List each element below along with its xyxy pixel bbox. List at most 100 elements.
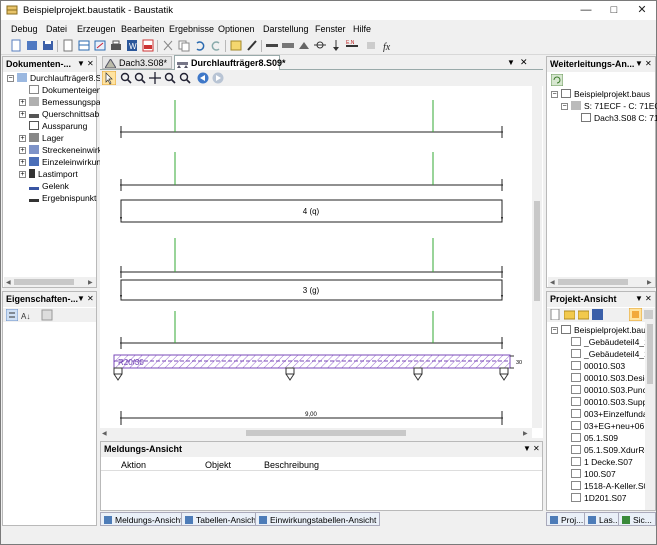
tree-item[interactable]: Dokumenteigen [29, 85, 102, 95]
pin-icon[interactable]: ▼ [523, 444, 531, 453]
filter-icon[interactable] [629, 308, 642, 321]
project-file-item[interactable]: 00010.S03.Punch [571, 385, 652, 395]
pin-icon[interactable]: ▼ [635, 59, 643, 68]
undo-icon[interactable] [193, 39, 207, 52]
tree-item[interactable]: Aussparung [29, 121, 87, 131]
forward-icon[interactable] [212, 72, 224, 84]
close-panel-icon[interactable]: ✕ [533, 444, 540, 453]
project-file-item[interactable]: 05.1.S09 [571, 433, 618, 443]
function-icon[interactable]: fx [381, 39, 395, 52]
save-icon[interactable] [41, 39, 55, 52]
tree-item[interactable]: Streckeneinwirk [29, 145, 102, 155]
minimize-button[interactable]: — [572, 1, 600, 20]
expander[interactable]: + [19, 135, 26, 142]
options-icon[interactable] [643, 309, 654, 320]
tree-root[interactable]: Durchlaufträger8.S0 [17, 73, 106, 83]
tab-sicherung[interactable]: Sic... [618, 512, 656, 526]
pen-icon[interactable] [245, 39, 259, 52]
project-file-item[interactable]: 00010.S03.Desig [571, 373, 649, 383]
scroll-left-icon[interactable]: ◀ [102, 430, 107, 437]
result-point-icon[interactable]: E.N [345, 39, 359, 52]
edit-icon[interactable] [229, 39, 243, 52]
tab-durchlauftraeger[interactable]: Durchlaufträger8.S09* [174, 55, 286, 70]
project-file-item[interactable]: 03+EG+neu+06. [571, 421, 647, 431]
back-icon[interactable] [197, 72, 209, 84]
categorized-icon[interactable] [6, 309, 18, 321]
close-panel-icon[interactable]: ✕ [87, 59, 94, 68]
maximize-button[interactable]: □ [600, 1, 628, 20]
vertical-scrollbar[interactable] [645, 322, 655, 510]
pin-icon[interactable]: ▼ [77, 294, 85, 303]
tree-item[interactable]: Ergebnispunkt [29, 193, 96, 203]
print-icon[interactable] [109, 39, 123, 52]
horizontal-scrollbar[interactable]: ◀ ▶ [4, 277, 96, 287]
scroll-right-icon[interactable]: ▶ [88, 279, 93, 286]
expander[interactable]: + [19, 99, 26, 106]
menu-optionen[interactable]: Optionen [218, 24, 255, 34]
expander[interactable]: + [19, 171, 26, 178]
hinge-icon[interactable] [313, 39, 327, 52]
scroll-left-icon[interactable]: ◀ [6, 279, 11, 286]
pin-icon[interactable]: ▼ [77, 59, 85, 68]
horizontal-scrollbar[interactable]: ◀ ▶ [548, 277, 655, 287]
expander[interactable]: − [561, 103, 568, 110]
expander[interactable]: + [19, 147, 26, 154]
scroll-left-icon[interactable]: ◀ [550, 279, 555, 286]
project-file-item[interactable]: 003+Einzelfunda [571, 409, 648, 419]
tree-item[interactable]: Querschnittsab [29, 109, 99, 119]
redo-icon[interactable] [209, 39, 223, 52]
menu-hilfe[interactable]: Hilfe [353, 24, 371, 34]
pdf-export-icon[interactable] [141, 39, 155, 52]
tab-einwirkungstabellen-ansicht[interactable]: Einwirkungstabellen-Ansicht [255, 512, 381, 526]
refresh-icon[interactable] [551, 74, 563, 86]
open-folder-icon[interactable] [564, 309, 575, 320]
forward-item[interactable]: S: 71ECF - C: 71ECF [571, 101, 657, 111]
menu-fenster[interactable]: Fenster [315, 24, 346, 34]
vertical-scrollbar[interactable] [532, 86, 542, 428]
close-panel-icon[interactable]: ✕ [645, 294, 652, 303]
forward-root[interactable]: Beispielprojekt.baus [561, 89, 650, 99]
scroll-right-icon[interactable]: ▶ [647, 279, 652, 286]
menu-erzeugen[interactable]: Erzeugen [77, 24, 116, 34]
close-panel-icon[interactable]: ✕ [87, 294, 94, 303]
tree-item[interactable]: Lager [29, 133, 64, 143]
close-tab-icon[interactable]: ✕ [520, 57, 528, 68]
chart-icon[interactable] [93, 39, 107, 52]
document-icon[interactable] [61, 39, 75, 52]
expander[interactable]: + [19, 159, 26, 166]
tree-item[interactable]: Einzeleinwirkun [29, 157, 101, 167]
pin-icon[interactable]: ▼ [635, 294, 643, 303]
scroll-thumb[interactable] [647, 324, 653, 384]
expander[interactable]: − [551, 91, 558, 98]
new-file-icon[interactable] [550, 309, 561, 320]
project-file-item[interactable]: 1 Decke.S07 [571, 457, 633, 467]
open-icon[interactable] [25, 39, 39, 52]
scroll-right-icon[interactable]: ▶ [523, 430, 528, 437]
column-header-beschreibung[interactable]: Beschreibung [264, 460, 319, 470]
project-file-item[interactable]: 1518-A-Keller.S0 [571, 481, 648, 491]
project-root[interactable]: Beispielprojekt.baus [561, 325, 650, 335]
zoom-in-icon[interactable] [164, 72, 176, 84]
column-header-objekt[interactable]: Objekt [205, 460, 231, 470]
copy-icon[interactable] [177, 39, 191, 52]
word-export-icon[interactable]: W [125, 39, 139, 52]
scroll-thumb[interactable] [558, 279, 628, 285]
drawing-canvas[interactable]: 4 (q) 3 (g) R20/30 30 9,00 ◀ ▶ [100, 86, 543, 438]
project-file-item[interactable]: 1D201.S07 [571, 493, 627, 503]
zoom-out-icon[interactable] [179, 72, 191, 84]
expander[interactable]: − [7, 75, 14, 82]
pan-icon[interactable] [149, 72, 161, 84]
zoom-icon[interactable] [134, 72, 146, 84]
new-icon[interactable] [9, 39, 23, 52]
project-file-item[interactable]: _Gebäudeteil4_1 [571, 337, 649, 347]
project-file-item[interactable]: 100.S07 [571, 469, 616, 479]
scroll-thumb[interactable] [14, 279, 74, 285]
tab-projekt[interactable]: Proj... [546, 512, 588, 526]
save-icon[interactable] [592, 309, 603, 320]
scroll-thumb[interactable] [534, 201, 540, 301]
section-icon[interactable] [281, 39, 295, 52]
beam-icon[interactable] [265, 39, 279, 52]
tab-tabellen-ansicht[interactable]: Tabellen-Ansicht [181, 512, 263, 526]
load-icon[interactable] [329, 39, 343, 52]
tree-item[interactable]: Bemessungspar [29, 97, 103, 107]
